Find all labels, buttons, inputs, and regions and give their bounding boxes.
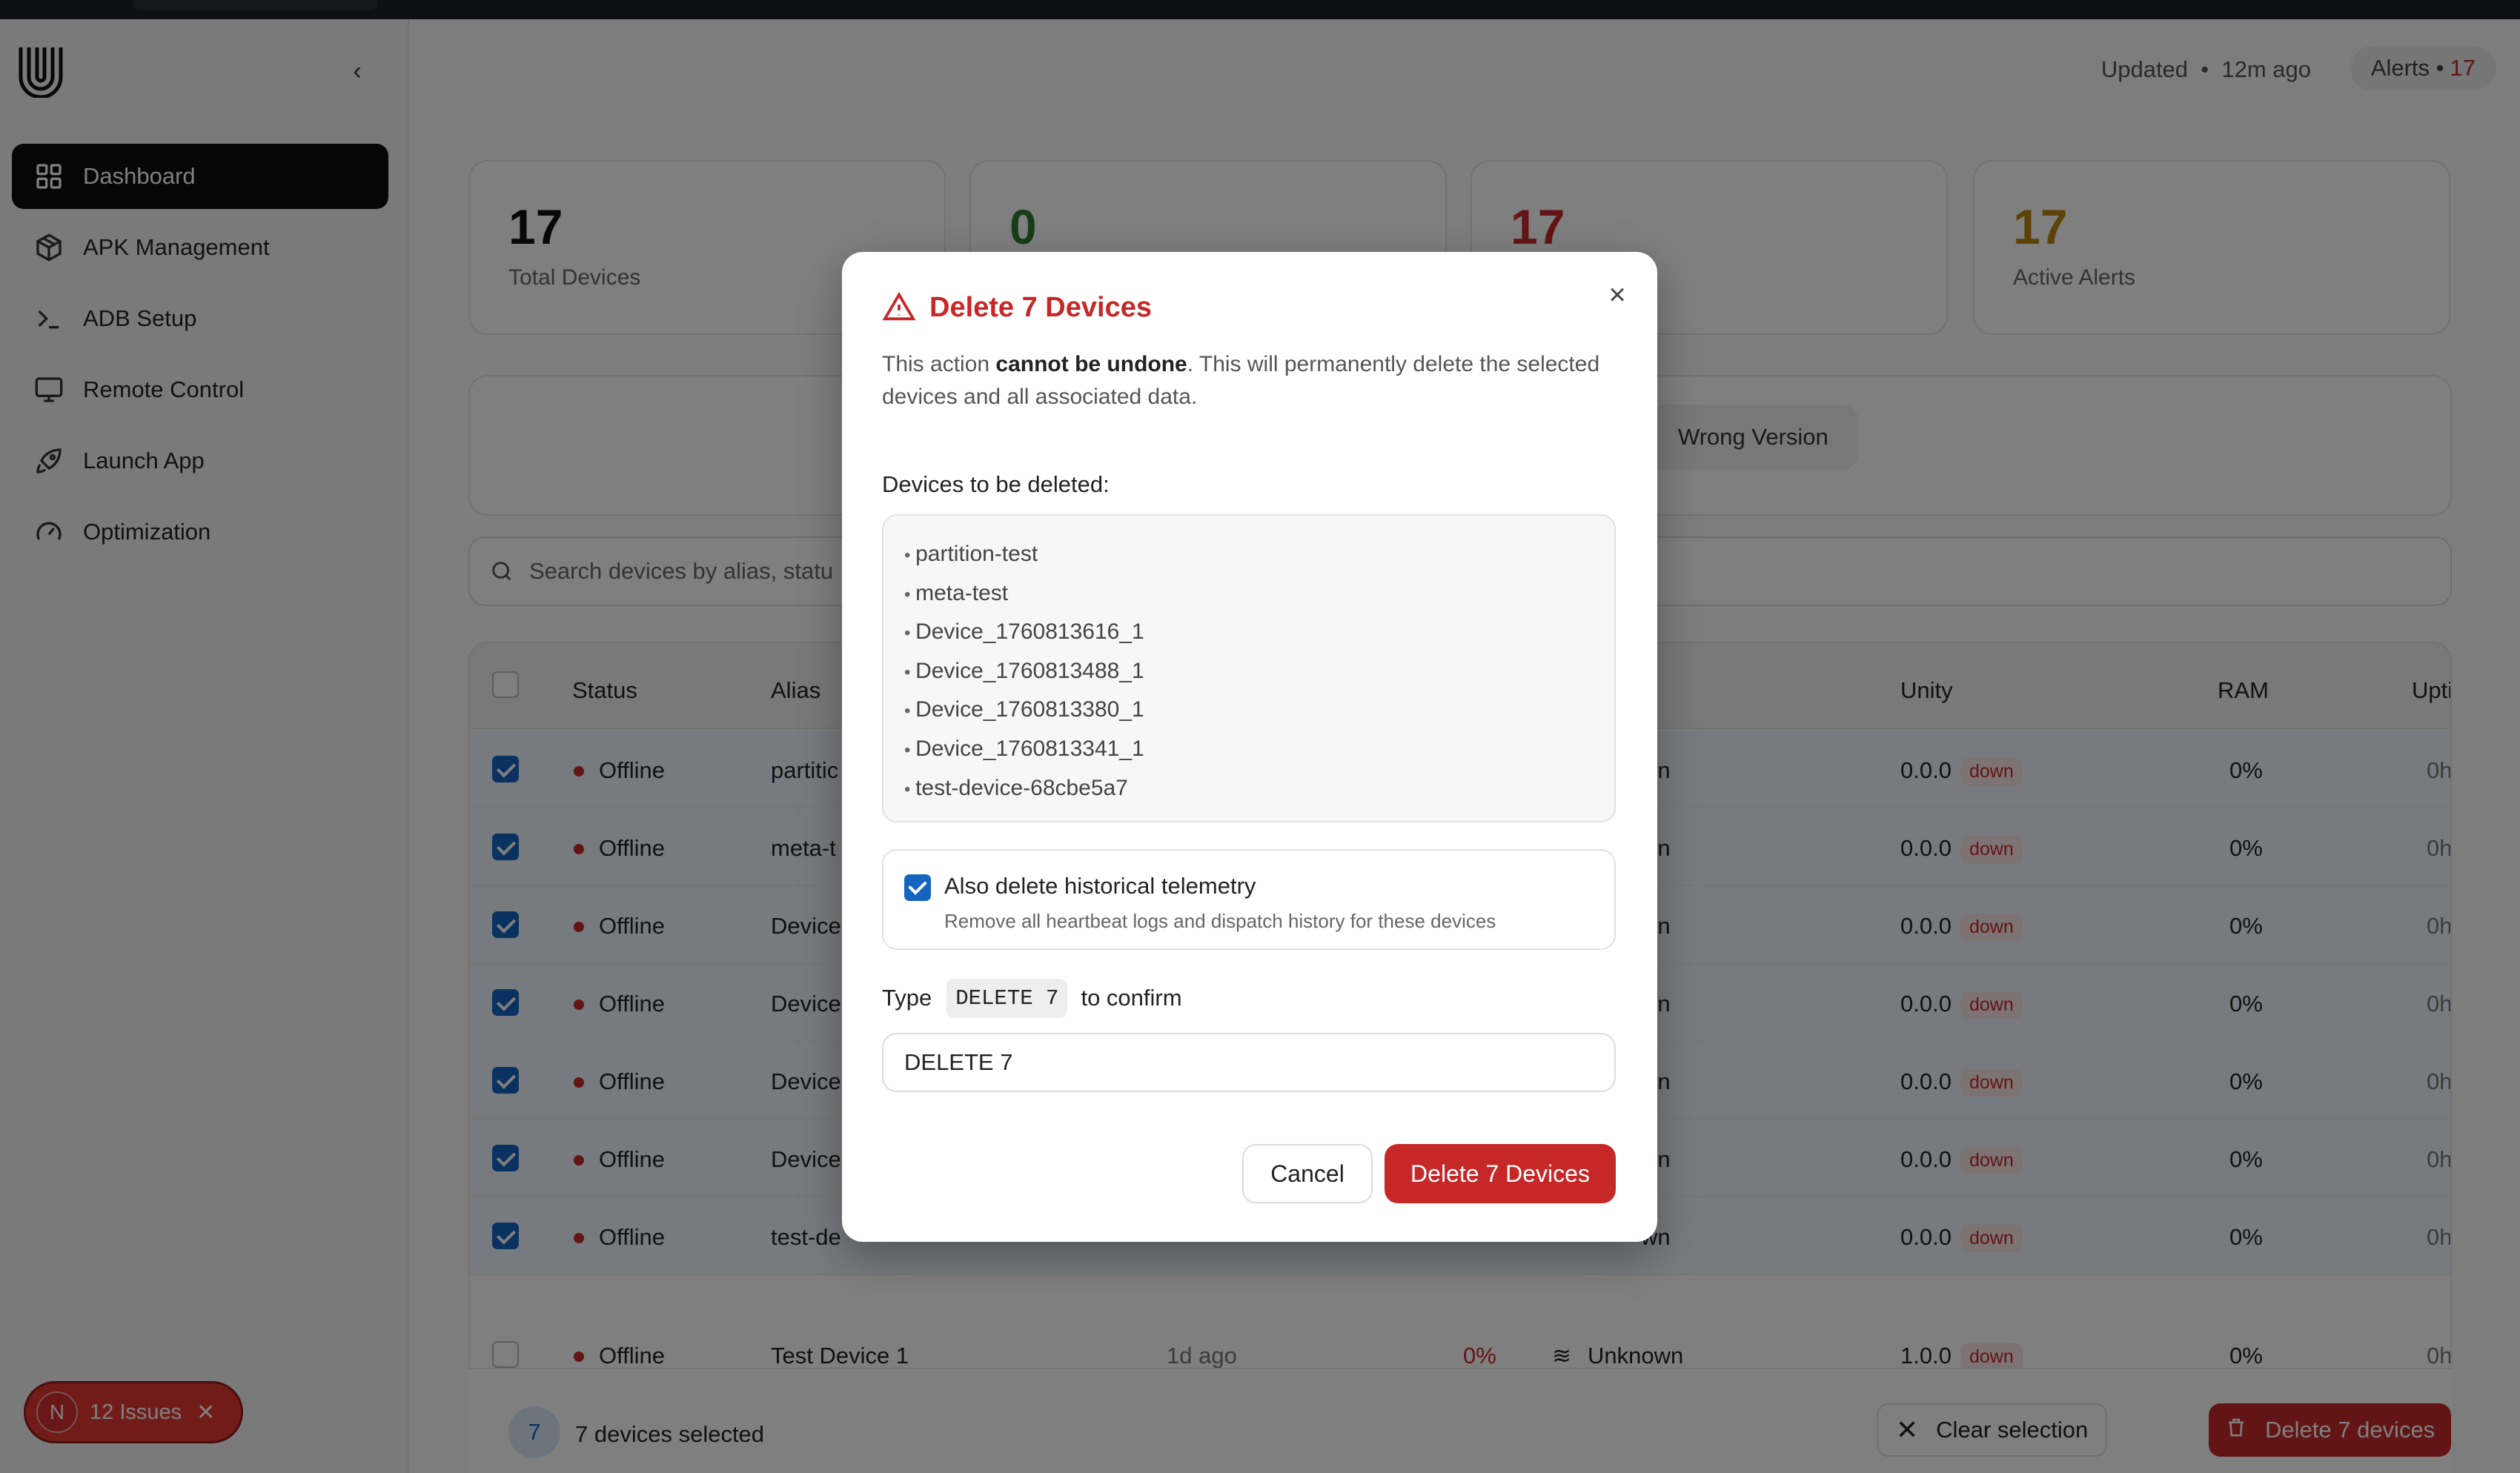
cancel-button[interactable]: Cancel <box>1242 1144 1373 1203</box>
confirm-instruction: Type DELETE 7 to confirm <box>882 975 1182 1021</box>
desc-part: This action <box>882 352 996 376</box>
dialog-title-text: Delete 7 Devices <box>929 291 1152 323</box>
telemetry-description: Remove all heartbeat logs and dispatch h… <box>944 910 1496 932</box>
list-item: Device_1760813488_1 <box>904 652 1594 691</box>
confirm-input[interactable] <box>882 1033 1616 1092</box>
instruction-text: to confirm <box>1081 985 1182 1011</box>
delete-devices-dialog: × Delete 7 Devices This action cannot be… <box>842 252 1657 1242</box>
close-icon[interactable]: × <box>1599 277 1635 313</box>
dialog-title: Delete 7 Devices <box>882 290 1152 325</box>
devices-list: partition-test meta-test Device_17608136… <box>882 514 1616 822</box>
devices-list-title: Devices to be deleted: <box>882 471 1110 497</box>
warning-icon <box>882 291 916 321</box>
telemetry-checkbox[interactable] <box>904 874 931 901</box>
confirm-delete-button[interactable]: Delete 7 Devices <box>1385 1144 1616 1203</box>
list-item: Device_1760813341_1 <box>904 730 1594 769</box>
telemetry-option: Also delete historical telemetry Remove … <box>882 849 1616 950</box>
dialog-description: This action cannot be undone. This will … <box>882 348 1616 413</box>
list-item: Device_1760813380_1 <box>904 691 1594 730</box>
list-item: Device_1760813616_1 <box>904 613 1594 652</box>
desc-emphasis: cannot be undone <box>995 352 1187 376</box>
instruction-text: Type <box>882 985 932 1011</box>
list-item: test-device-68cbe5a7 <box>904 769 1594 808</box>
confirm-code: DELETE 7 <box>946 978 1068 1018</box>
telemetry-label: Also delete historical telemetry <box>944 873 1256 899</box>
list-item: meta-test <box>904 574 1594 614</box>
list-item: partition-test <box>904 535 1594 574</box>
